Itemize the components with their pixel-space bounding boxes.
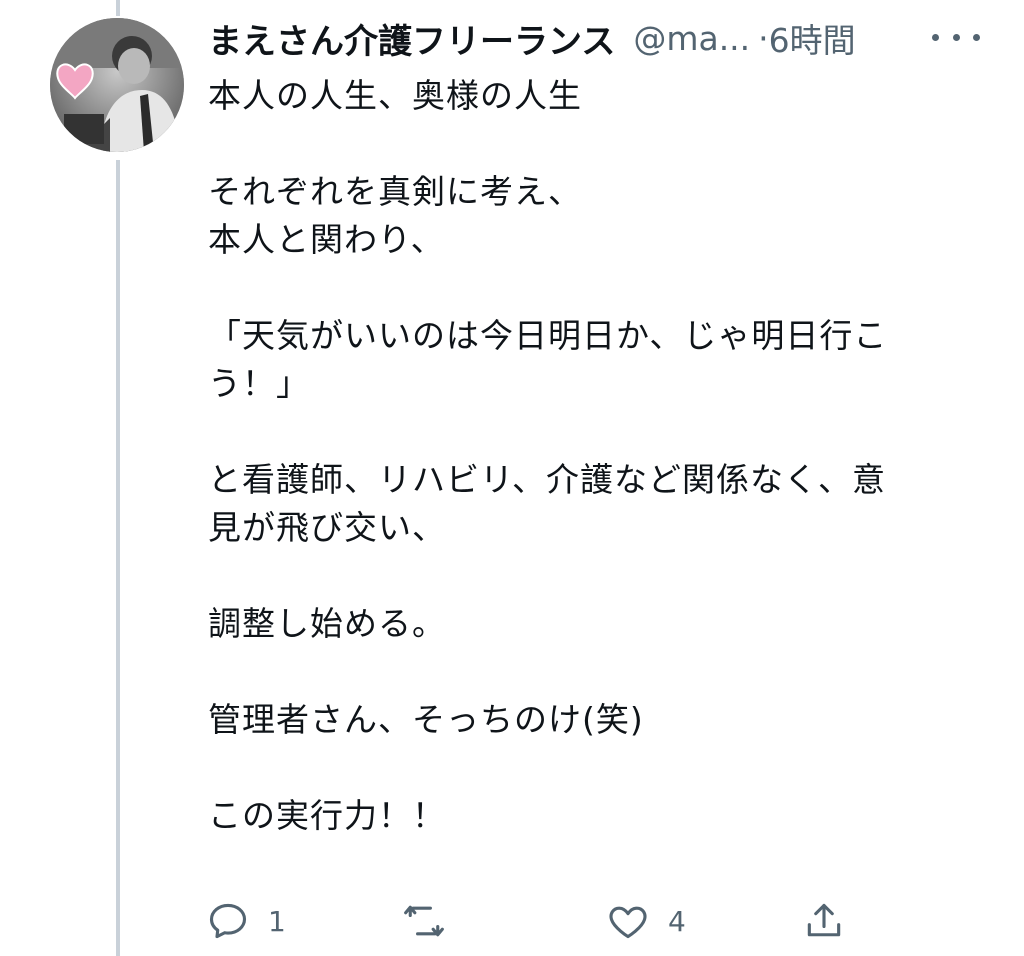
text-line: う！」 <box>208 364 310 403</box>
paragraph: それぞれを真剣に考え、 本人と関わり、 <box>208 168 998 264</box>
timestamp[interactable]: 6時間 <box>769 14 856 62</box>
author-handle[interactable]: @ma... <box>633 19 750 58</box>
text-line: 「天気がいいのは今日明日か、じゃ明日行こ <box>208 316 888 355</box>
paragraph: 調整し始める。 <box>208 600 998 648</box>
text-line: 見が飛び交い、 <box>208 508 446 547</box>
tweet-header: まえさん介護フリーランス @ma... · 6時間 <box>208 12 998 64</box>
tweet-text: 本人の人生、奥様の人生 それぞれを真剣に考え、 本人と関わり、 「天気がいいのは… <box>208 72 998 840</box>
tweet[interactable]: まえさん介護フリーランス @ma... · 6時間 本人の人生、奥様の人生 それ… <box>208 12 998 840</box>
paragraph: この実行力！！ <box>208 792 998 840</box>
retweet-icon <box>404 905 444 937</box>
author-name[interactable]: まえさん介護フリーランス <box>208 14 615 63</box>
share-button[interactable] <box>802 896 864 946</box>
text-line: 本人の人生、奥様の人生 <box>208 76 582 115</box>
avatar[interactable] <box>50 18 184 152</box>
text-line: 調整し始める。 <box>208 604 446 643</box>
thread-connector-line <box>116 160 120 956</box>
paragraph: と看護師、リハビリ、介護など関係なく、意 見が飛び交い、 <box>208 456 998 552</box>
reply-icon <box>209 903 247 939</box>
paragraph: 「天気がいいのは今日明日か、じゃ明日行こ う！」 <box>208 312 998 408</box>
heart-icon <box>609 906 647 939</box>
text-line: 管理者さん、そっちのけ(笑) <box>208 700 644 739</box>
reply-button[interactable]: 1 <box>206 896 286 946</box>
like-button[interactable]: 4 <box>606 896 686 946</box>
text-line: この実行力！！ <box>208 796 446 835</box>
retweet-button[interactable] <box>402 896 464 946</box>
separator-dot: · <box>758 18 769 58</box>
reply-count: 1 <box>268 904 286 938</box>
avatar-photo <box>50 18 184 152</box>
text-line: と看護師、リハビリ、介護など関係なく、意 <box>208 460 887 499</box>
share-icon <box>807 903 841 937</box>
paragraph: 本人の人生、奥様の人生 <box>208 72 998 120</box>
like-count: 4 <box>668 904 686 938</box>
text-line: それぞれを真剣に考え、 <box>208 172 582 211</box>
more-options-icon[interactable] <box>932 22 980 52</box>
thread-connector-top <box>116 0 120 16</box>
tweet-actions: 1 4 <box>206 896 866 946</box>
text-line: 本人と関わり、 <box>208 220 445 259</box>
paragraph: 管理者さん、そっちのけ(笑) <box>208 696 998 744</box>
